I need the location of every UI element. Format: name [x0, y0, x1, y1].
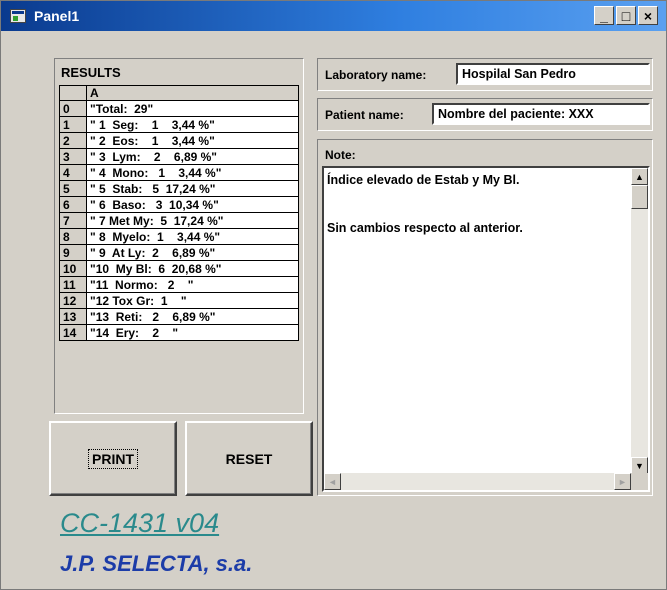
- grid-cell[interactable]: "Total: 29": [86, 100, 299, 117]
- grid-cell[interactable]: " 4 Mono: 1 3,44 %": [86, 164, 299, 181]
- grid-row-index: 5: [59, 180, 87, 197]
- grid-row: 5 " 5 Stab: 5 17,24 %": [59, 180, 299, 197]
- reset-button[interactable]: RESET: [185, 421, 313, 496]
- grid-header-row: A: [59, 85, 299, 101]
- maximize-button[interactable]: □: [616, 6, 636, 25]
- scroll-thumb[interactable]: [631, 185, 648, 209]
- grid-row: 14 "14 Ery: 2 ": [59, 324, 299, 341]
- grid-row: 4 " 4 Mono: 1 3,44 %": [59, 164, 299, 181]
- note-group: Note: Índice elevado de Estab y My Bl. S…: [317, 139, 653, 496]
- grid-row-index: 14: [59, 324, 87, 341]
- grid-row-index: 12: [59, 292, 87, 309]
- grid-row-index: 9: [59, 244, 87, 261]
- results-grid: A 0 "Total: 29" 1 " 1 Seg: 1 3,44 %" 2 " 2 Eo…: [59, 85, 299, 341]
- note-text: Índice elevado de Estab y My Bl. Sin cam…: [327, 172, 627, 236]
- model-label: CC-1431 v04: [60, 508, 220, 538]
- grid-cell[interactable]: " 8 Myelo: 1 3,44 %": [86, 228, 299, 245]
- grid-cell[interactable]: "11 Normo: 2 ": [86, 276, 299, 293]
- window-title: Panel1: [34, 8, 80, 24]
- grid-row-index: 0: [59, 100, 87, 117]
- grid-cell[interactable]: "13 Reti: 2 6,89 %": [86, 308, 299, 325]
- grid-row: 6 " 6 Baso: 3 10,34 %": [59, 196, 299, 213]
- laboratory-group: Laboratory name: Hospilal San Pedro: [317, 58, 653, 91]
- grid-cell[interactable]: " 2 Eos: 1 3,44 %": [86, 132, 299, 149]
- grid-row: 9 " 9 At Ly: 2 6,89 %": [59, 244, 299, 261]
- grid-row: 0 "Total: 29": [59, 100, 299, 117]
- results-panel: RESULTS A 0 "Total: 29" 1 " 1 Seg: 1 3,44 %…: [54, 58, 304, 414]
- grid-row-index: 8: [59, 228, 87, 245]
- note-line: Índice elevado de Estab y My Bl.: [327, 173, 520, 187]
- note-line: [327, 204, 627, 220]
- grid-row: 12 "12 Tox Gr: 1 ": [59, 292, 299, 309]
- scrollbar-corner: [631, 473, 648, 490]
- horizontal-scrollbar[interactable]: ◄ ►: [324, 473, 631, 490]
- grid-row-index: 2: [59, 132, 87, 149]
- close-button[interactable]: ×: [638, 6, 658, 25]
- grid-cell[interactable]: " 7 Met My: 5 17,24 %": [86, 212, 299, 229]
- grid-row-index: 1: [59, 116, 87, 133]
- note-textarea[interactable]: Índice elevado de Estab y My Bl. Sin cam…: [322, 166, 650, 492]
- grid-row-index: 10: [59, 260, 87, 277]
- results-title: RESULTS: [61, 65, 121, 80]
- laboratory-name-field[interactable]: Hospilal San Pedro: [456, 63, 650, 85]
- grid-column-header[interactable]: A: [86, 85, 299, 101]
- grid-row: 7 " 7 Met My: 5 17,24 %": [59, 212, 299, 229]
- grid-row: 13 "13 Reti: 2 6,89 %": [59, 308, 299, 325]
- grid-corner-cell: [59, 85, 87, 101]
- scroll-up-icon[interactable]: ▲: [631, 168, 648, 185]
- grid-row: 8 " 8 Myelo: 1 3,44 %": [59, 228, 299, 245]
- company-label: J.P. SELECTA, s.a.: [60, 551, 253, 576]
- grid-row-index: 7: [59, 212, 87, 229]
- grid-cell[interactable]: " 9 At Ly: 2 6,89 %": [86, 244, 299, 261]
- reset-button-label: RESET: [225, 450, 273, 467]
- grid-cell[interactable]: " 1 Seg: 1 3,44 %": [86, 116, 299, 133]
- grid-row-index: 13: [59, 308, 87, 325]
- patient-name-field[interactable]: Nombre del paciente: XXX: [432, 103, 650, 125]
- note-label: Note:: [325, 148, 356, 162]
- grid-cell[interactable]: " 3 Lym: 2 6,89 %": [86, 148, 299, 165]
- grid-row: 2 " 2 Eos: 1 3,44 %": [59, 132, 299, 149]
- scroll-left-icon[interactable]: ◄: [324, 473, 341, 490]
- grid-row: 1 " 1 Seg: 1 3,44 %": [59, 116, 299, 133]
- scroll-right-icon[interactable]: ►: [614, 473, 631, 490]
- grid-cell[interactable]: " 6 Baso: 3 10,34 %": [86, 196, 299, 213]
- note-line: [327, 188, 627, 204]
- grid-cell[interactable]: "12 Tox Gr: 1 ": [86, 292, 299, 309]
- print-button[interactable]: PRINT: [49, 421, 177, 496]
- grid-cell[interactable]: " 5 Stab: 5 17,24 %": [86, 180, 299, 197]
- grid-row-index: 3: [59, 148, 87, 165]
- grid-cell[interactable]: "10 My Bl: 6 20,68 %": [86, 260, 299, 277]
- grid-row-index: 6: [59, 196, 87, 213]
- scroll-down-icon[interactable]: ▼: [631, 457, 648, 474]
- vertical-scrollbar[interactable]: ▲ ▼: [631, 168, 648, 474]
- app-icon: [10, 9, 26, 23]
- patient-group: Patient name: Nombre del paciente: XXX: [317, 98, 653, 131]
- grid-row: 11 "11 Normo: 2 ": [59, 276, 299, 293]
- grid-row-index: 4: [59, 164, 87, 181]
- main-window: Panel1 _ □ × RESULTS A 0 "Total: 29" 1 " 1 …: [0, 0, 667, 590]
- grid-row: 3 " 3 Lym: 2 6,89 %": [59, 148, 299, 165]
- window-controls: _ □ ×: [594, 6, 658, 25]
- grid-row-index: 11: [59, 276, 87, 293]
- minimize-button[interactable]: _: [594, 6, 614, 25]
- grid-row: 10 "10 My Bl: 6 20,68 %": [59, 260, 299, 277]
- print-button-label: PRINT: [88, 448, 138, 469]
- title-bar[interactable]: Panel1 _ □ ×: [1, 1, 666, 31]
- laboratory-label: Laboratory name:: [325, 68, 427, 82]
- grid-cell[interactable]: "14 Ery: 2 ": [86, 324, 299, 341]
- patient-label: Patient name:: [325, 108, 404, 122]
- note-line: Sin cambios respecto al anterior.: [327, 221, 523, 235]
